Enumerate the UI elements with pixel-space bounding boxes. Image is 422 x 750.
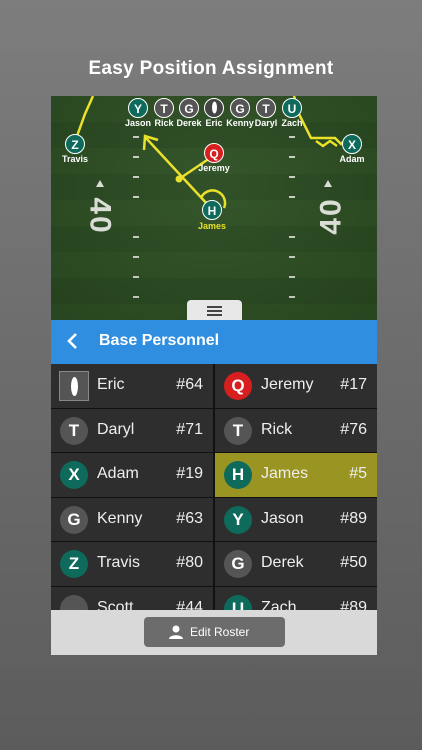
player-jeremy[interactable]: Q: [204, 143, 224, 163]
back-chevron-icon[interactable]: [65, 331, 85, 353]
player-eric[interactable]: [204, 98, 224, 118]
player-name: Rick: [261, 420, 293, 438]
player-number: #89: [340, 509, 367, 527]
player-label: Daryl: [254, 118, 278, 128]
player-name: Adam: [97, 465, 139, 482]
player-number: #50: [340, 554, 367, 571]
player-number: #64: [176, 376, 203, 393]
player-number: #63: [176, 509, 203, 527]
roster-row-daryl[interactable]: T Daryl #71: [51, 408, 213, 453]
player-label: James: [197, 221, 227, 231]
roster-column-right: Q Jeremy #17 T Rick #76 H James #5 Y Jas…: [215, 364, 377, 610]
player-rick[interactable]: T: [154, 98, 174, 118]
roster-row-adam[interactable]: X Adam #19: [51, 453, 213, 498]
player-number: #76: [340, 420, 367, 438]
player-number: #5: [349, 465, 367, 482]
roster-row-zach[interactable]: U Zach #89: [215, 586, 377, 611]
page-title: Base Personnel: [99, 332, 220, 349]
position-badge: T: [60, 416, 88, 445]
position-badge: Q: [224, 372, 252, 400]
drawer-handle[interactable]: [187, 300, 242, 320]
roster-row-kenny[interactable]: G Kenny #63: [51, 497, 213, 542]
player-name: Derek: [261, 554, 304, 571]
player-number: #89: [340, 598, 367, 611]
app-screen: 40 40 Y Jason T Rick G Derek Eric G Kenn…: [51, 96, 377, 655]
player-number: #71: [176, 420, 203, 438]
player-james[interactable]: H: [202, 200, 222, 220]
roster-list[interactable]: Eric #64 T Daryl #71 X Adam #19 G Kenny …: [51, 364, 377, 610]
player-number: #17: [340, 376, 367, 393]
roster-row-scott[interactable]: Scott #44: [51, 586, 213, 611]
position-badge: H: [224, 461, 252, 489]
player-kenny[interactable]: G: [230, 98, 250, 118]
player-label: Rick: [154, 118, 174, 128]
route-adam-zigzag: [315, 139, 338, 148]
player-label: Jeremy: [198, 163, 230, 173]
player-number: #80: [176, 554, 203, 571]
roster-row-eric[interactable]: Eric #64: [51, 364, 213, 409]
roster-row-travis[interactable]: Z Travis #80: [51, 542, 213, 587]
roster-row-jeremy[interactable]: Q Jeremy #17: [215, 364, 377, 409]
player-label: Jason: [124, 118, 152, 128]
edit-roster-label: Edit Roster: [190, 625, 250, 639]
player-name: Eric: [97, 376, 125, 393]
footer-bar: Edit Roster: [51, 610, 377, 655]
handle-line: [207, 314, 222, 316]
player-zach[interactable]: U: [282, 98, 302, 118]
roster-row-derek[interactable]: G Derek #50: [215, 542, 377, 587]
position-badge: G: [224, 550, 252, 578]
player-travis[interactable]: Z: [65, 134, 85, 154]
promo-title: Easy Position Assignment: [88, 58, 334, 79]
player-jason[interactable]: Y: [128, 98, 148, 118]
player-number: #44: [176, 598, 203, 611]
player-label: Eric: [205, 118, 223, 128]
player-adam[interactable]: X: [342, 134, 362, 154]
roster-row-rick[interactable]: T Rick #76: [215, 408, 377, 453]
player-name: Zach: [261, 598, 297, 611]
edit-roster-button[interactable]: Edit Roster: [144, 617, 285, 647]
player-name: Jason: [261, 509, 304, 527]
position-badge: G: [60, 505, 88, 534]
player-name: James: [261, 465, 309, 482]
player-daryl[interactable]: T: [256, 98, 276, 118]
user-icon: [169, 625, 183, 639]
route-node: [175, 175, 183, 183]
player-label: Kenny: [226, 118, 254, 128]
position-badge: Z: [60, 550, 88, 578]
nav-header: Base Personnel: [51, 320, 377, 364]
position-badge: U: [224, 594, 252, 610]
position-badge: Y: [224, 505, 252, 534]
football-icon: [59, 371, 89, 401]
player-label: Zach: [281, 118, 303, 128]
play-field[interactable]: 40 40 Y Jason T Rick G Derek Eric G Kenn…: [51, 96, 377, 320]
player-label: Travis: [61, 154, 89, 164]
position-badge: T: [224, 416, 252, 445]
player-name: Travis: [97, 554, 140, 571]
position-badge: [60, 594, 88, 610]
player-number: #19: [176, 465, 203, 482]
handle-line: [207, 306, 222, 308]
player-name: Kenny: [97, 509, 143, 527]
roster-row-jason[interactable]: Y Jason #89: [215, 497, 377, 542]
player-name: Scott: [97, 598, 134, 611]
roster-row-james-selected[interactable]: H James #5: [215, 453, 377, 498]
player-derek[interactable]: G: [179, 98, 199, 118]
player-label: Adam: [339, 154, 365, 164]
handle-line: [207, 310, 222, 312]
player-name: Daryl: [97, 420, 135, 438]
football-icon: [211, 101, 217, 114]
roster-column-left: Eric #64 T Daryl #71 X Adam #19 G Kenny …: [51, 364, 213, 610]
position-badge: X: [60, 461, 88, 489]
player-label: Derek: [176, 118, 202, 128]
player-name: Jeremy: [261, 376, 314, 393]
route-travis: [75, 96, 95, 137]
